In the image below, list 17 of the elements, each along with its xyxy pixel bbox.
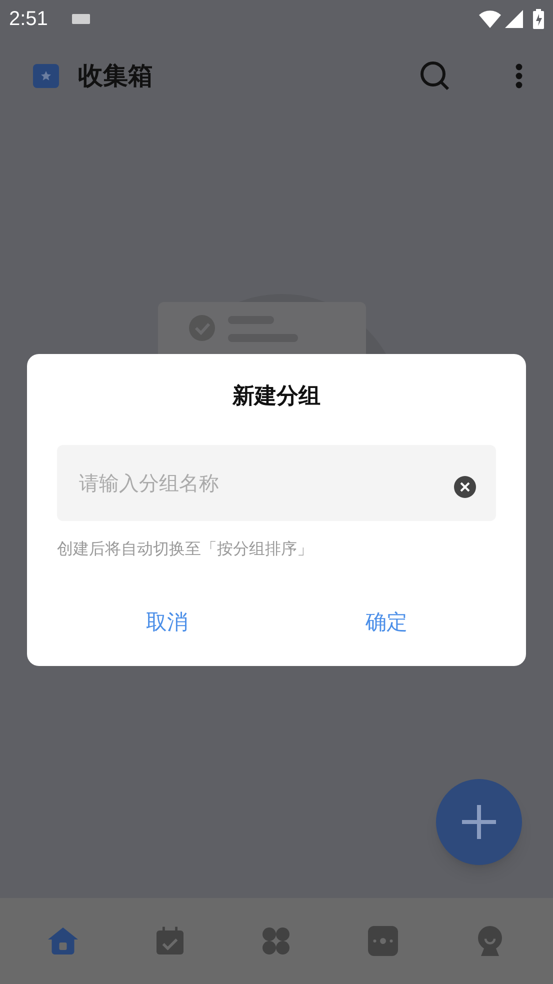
dialog-title: 新建分组 (231, 383, 322, 411)
hint-text: 创建后将自动切换至「按分组排序」 (57, 538, 314, 560)
search-button[interactable] (419, 60, 451, 92)
more-vertical-icon (515, 63, 523, 89)
status-time: 2:51 (9, 7, 48, 32)
battery-icon (533, 9, 544, 29)
signal-icon (505, 10, 523, 28)
dialog-button[interactable]: 取消 (142, 607, 192, 638)
wifi-icon (479, 10, 501, 28)
keyboard-icon (72, 14, 90, 24)
search-icon (419, 60, 451, 92)
app-title: 收集箱 (78, 60, 153, 92)
clear-icon[interactable] (454, 476, 476, 498)
more-options-button[interactable] (515, 63, 523, 89)
group-name-field[interactable]: 请输入分组名称 (57, 445, 496, 521)
dialog-button[interactable]: 确定 (361, 607, 412, 638)
plus-icon (460, 803, 498, 841)
